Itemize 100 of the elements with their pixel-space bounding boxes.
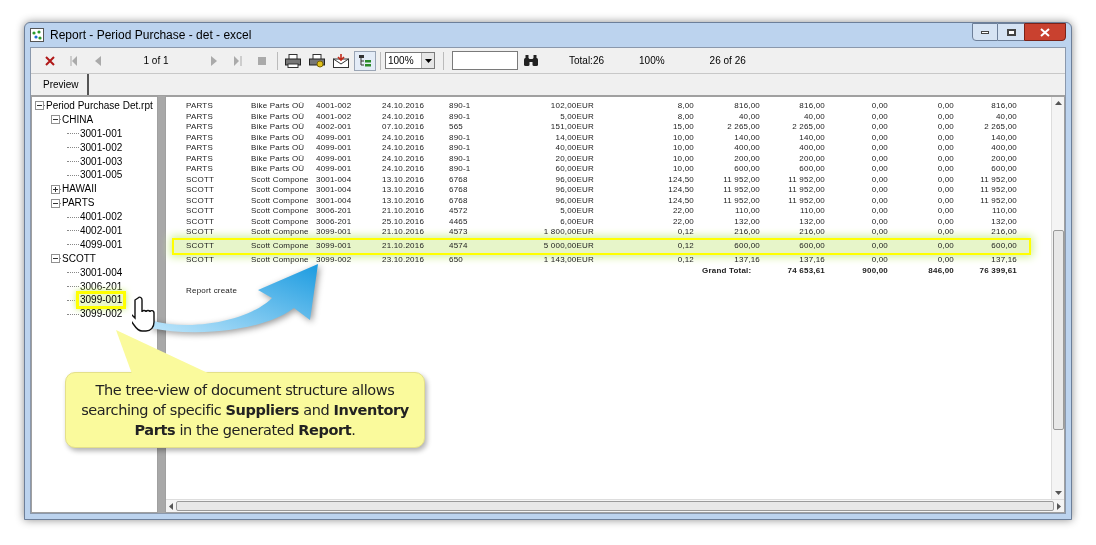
tree-item[interactable]: 4001-002	[79, 211, 124, 224]
tree-item[interactable]: 3001-004	[79, 266, 124, 279]
table-cell-text: 0,00	[936, 101, 954, 112]
table-cell-text: 6768	[449, 174, 469, 185]
tree-item[interactable]: HAWAII	[61, 183, 98, 196]
maximize-button[interactable]	[998, 23, 1024, 41]
table-cell-text: PARTS	[186, 122, 214, 133]
table-cell-text: 4099-001	[316, 164, 353, 175]
table-cell-text: 890-1	[449, 132, 472, 143]
table-cell-text: 4572	[449, 206, 469, 217]
tree-item[interactable]: 3001-003	[79, 155, 124, 168]
table-cell-text: Scott Compone	[251, 174, 310, 185]
table-cell-text: 816,00	[990, 101, 1017, 112]
table-cell-text: 0,00	[936, 195, 954, 206]
printer-icon	[309, 53, 325, 68]
scroll-thumb[interactable]	[1052, 230, 1064, 430]
table-cell-text: 137,16	[798, 254, 825, 265]
table-cell-text: 40,00EUR	[554, 143, 594, 154]
table-cell-text: 151,00EUR	[549, 122, 594, 133]
table-cell-text: 40,00	[802, 111, 825, 122]
close-button[interactable]	[1024, 23, 1066, 41]
table-cell-text: 3099-002	[316, 254, 353, 265]
table-cell-text: 6768	[449, 195, 469, 206]
expand-icon[interactable]	[51, 184, 60, 194]
close-icon	[1040, 27, 1050, 37]
table-cell-text: PARTS	[186, 153, 214, 164]
table-cell-text: 0,00	[870, 185, 888, 196]
table-cell-text: 0,00	[936, 240, 954, 252]
tree-item[interactable]: 3099-001	[79, 294, 124, 307]
table-cell-text: 8,00	[676, 111, 694, 122]
horizontal-scrollbar[interactable]	[166, 499, 1064, 512]
table-cell-text: 21.10.2016	[382, 206, 426, 217]
tree-item[interactable]: 3001-005	[79, 169, 124, 182]
table-cell-text: 0,00	[870, 153, 888, 164]
grand-total-label: Grand Total:	[702, 266, 753, 277]
table-cell-text: 2 265,00	[791, 122, 825, 133]
tree-item[interactable]: PARTS	[61, 197, 96, 210]
table-cell-text: 124,50	[667, 185, 694, 196]
table-cell-text: 10,00	[671, 164, 694, 175]
table-cell-text: 4001-002	[316, 111, 353, 122]
table-cell-text: 0,00	[870, 164, 888, 175]
grand-total-value: 74 653,61	[786, 266, 825, 277]
table-cell-text: 110,00	[733, 206, 760, 217]
table-cell-text: 565	[449, 122, 464, 133]
scroll-up-icon	[1054, 101, 1062, 105]
table-cell-text: 137,16	[990, 254, 1017, 265]
minimize-button[interactable]	[972, 23, 998, 41]
table-cell-text: Scott Compone	[251, 227, 310, 238]
table-cell-text: 13.10.2016	[382, 185, 426, 196]
table-cell-text: 0,00	[870, 216, 888, 227]
tree-item[interactable]: 4099-001	[79, 238, 124, 251]
grand-total-value: 76 399,61	[978, 266, 1017, 277]
table-cell-text: 0,00	[936, 206, 954, 217]
table-cell-text: 11 952,00	[787, 195, 825, 206]
table-cell-text: 22,00	[671, 206, 694, 217]
table-cell-text: PARTS	[186, 164, 214, 175]
table-cell-text: 600,00	[990, 240, 1017, 252]
tree-item[interactable]: 4002-001	[79, 224, 124, 237]
tree-item[interactable]: 3001-002	[79, 141, 124, 154]
table-cell-text: 0,00	[936, 216, 954, 227]
collapse-icon[interactable]	[51, 115, 60, 125]
table-cell-text: 96,00EUR	[554, 174, 594, 185]
next-page-icon	[211, 55, 217, 66]
table-cell-text: Scott Compone	[251, 254, 310, 265]
table-cell-text: 24.10.2016	[382, 143, 426, 154]
tree-item[interactable]: SCOTT	[61, 252, 97, 265]
table-cell-text: Bike Parts OÜ	[251, 111, 306, 122]
zoom-select[interactable]: 100%	[385, 52, 435, 69]
tree-item[interactable]: 3099-002	[79, 308, 124, 321]
vertical-scrollbar[interactable]	[1051, 97, 1064, 499]
table-cell-text: 0,00	[936, 185, 954, 196]
table-cell-text: 400,00	[798, 143, 825, 154]
table-cell-text: 600,00	[733, 164, 760, 175]
table-cell-text: 5,00EUR	[559, 111, 594, 122]
table-cell-text: 60,00EUR	[554, 164, 594, 175]
table-cell-text: 650	[449, 254, 464, 265]
table-cell-text: 0,00	[870, 195, 888, 206]
tree-item[interactable]: 3006-201	[79, 280, 124, 293]
tree-view-button[interactable]	[354, 50, 376, 71]
table-cell-text: Bike Parts OÜ	[251, 143, 306, 154]
table-cell-text: 3001-004	[316, 195, 353, 206]
tree-item[interactable]: CHINA	[61, 113, 95, 126]
table-cell-text: 96,00EUR	[554, 195, 594, 206]
collapse-icon[interactable]	[35, 101, 44, 111]
scroll-thumb[interactable]	[176, 501, 1054, 511]
table-cell-text: 0,00	[870, 132, 888, 143]
table-cell-text: 0,00	[936, 254, 954, 265]
table-cell-text: 1 800,00EUR	[542, 227, 594, 238]
table-cell-text: 23.10.2016	[382, 254, 426, 265]
tree-item[interactable]: Period Purchase Det.rpt	[45, 99, 154, 112]
table-cell-text: PARTS	[186, 143, 214, 154]
table-cell-text: 890-1	[449, 153, 472, 164]
table-cell-text: 0,00	[870, 122, 888, 133]
collapse-icon[interactable]	[51, 198, 60, 208]
table-cell-text: Scott Compone	[251, 240, 310, 252]
percent-label: 100%	[639, 54, 665, 68]
tree-item[interactable]: 3001-001	[79, 127, 124, 140]
table-cell-text: 24.10.2016	[382, 132, 426, 143]
search-field[interactable]	[452, 51, 518, 70]
collapse-icon[interactable]	[51, 254, 60, 264]
